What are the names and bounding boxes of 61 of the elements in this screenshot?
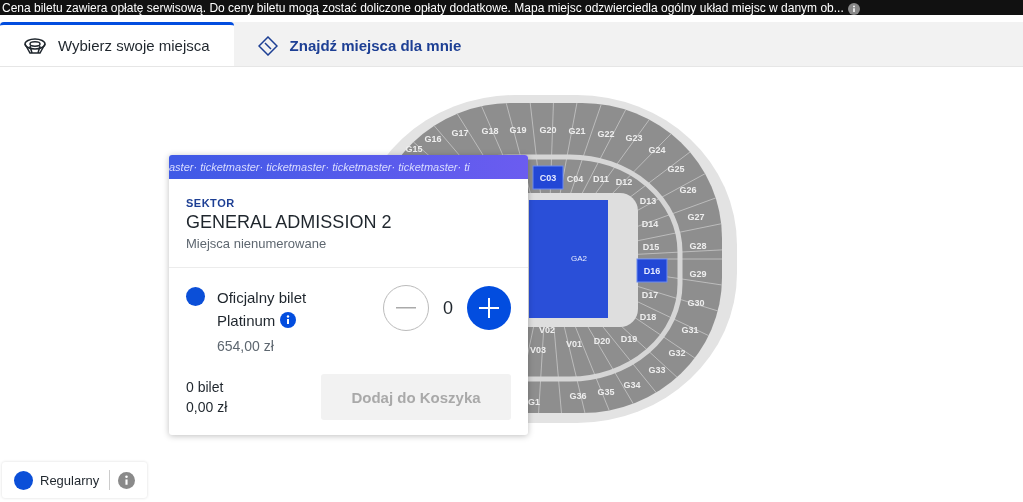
- section-label: G22: [597, 129, 615, 139]
- plus-icon: [479, 298, 499, 318]
- ticket-count: 0 bilet: [186, 379, 225, 395]
- section-label: G24: [648, 145, 666, 155]
- section-label: V01: [566, 339, 582, 349]
- section-label: G31: [681, 325, 699, 335]
- info-icon[interactable]: [279, 312, 296, 328]
- section-label: C04: [566, 174, 584, 184]
- quantity-value: 0: [442, 297, 454, 319]
- legend-label: Regularny: [40, 472, 100, 488]
- brand-band: aster· ticketmaster· ticketmaster· ticketmaster· ticketmaster· ti: [169, 155, 528, 179]
- stadium-icon: [24, 36, 46, 55]
- section-label: G26: [679, 185, 697, 195]
- info-icon[interactable]: [847, 3, 860, 15]
- section-label: G25: [667, 164, 685, 174]
- ticket-price: 654,00 zł: [217, 338, 275, 354]
- section-label: G32: [668, 348, 686, 358]
- section-label: G21: [568, 126, 586, 136]
- section-label: D12: [615, 177, 633, 187]
- section-label: D13: [639, 196, 657, 206]
- section-label: D16: [643, 266, 661, 276]
- section-eyebrow: SEKTOR: [186, 197, 236, 209]
- section-label: G18: [481, 126, 499, 136]
- section-label: G36: [569, 391, 587, 401]
- section-label: D19: [620, 334, 638, 344]
- section-label: D17: [641, 290, 659, 300]
- section-label: G20: [539, 125, 557, 135]
- section-label: C03: [539, 173, 557, 183]
- section-label: D14: [641, 219, 659, 229]
- selected-section[interactable]: [532, 165, 564, 190]
- section-label: D11: [593, 174, 609, 184]
- section-label: V03: [530, 345, 546, 355]
- section-label: G15: [405, 144, 423, 154]
- section-label: D15: [642, 242, 660, 252]
- ticket-icon: [257, 35, 278, 56]
- total-price: 0,00 zł: [186, 399, 228, 415]
- section-label: G19: [509, 125, 527, 135]
- section-label: G28: [689, 241, 707, 251]
- section-label: G29: [689, 269, 707, 279]
- section-label: G17: [451, 128, 469, 138]
- increase-button[interactable]: [467, 286, 511, 330]
- notice-text: Cena biletu zawiera opłatę serwisową. Do ceny biletu mogą zostać doliczone opłaty dodatkowe. Mapa miejsc odzwierciedla ogólny układ miejsc w danym ob...: [2, 2, 844, 14]
- field-label: GA2: [571, 254, 587, 263]
- section-label: G30: [687, 298, 705, 308]
- tab[interactable]: Znajdź miejsca dla mnie: [233, 22, 486, 66]
- section-label: G35: [597, 387, 615, 397]
- section-label: V02: [539, 325, 555, 335]
- section-label: G33: [648, 365, 666, 375]
- selected-section[interactable]: [636, 258, 668, 283]
- section-label: G34: [623, 380, 641, 390]
- ticket-name: Oficjalny bilet Platinum: [217, 288, 308, 331]
- section-label: D20: [593, 336, 611, 346]
- minus-icon: [396, 307, 416, 309]
- section-title: GENERAL ADMISSION 2: [186, 212, 393, 233]
- section-label: G27: [687, 212, 705, 222]
- section-label: G23: [625, 133, 643, 143]
- section-label: D18: [639, 312, 657, 322]
- tab[interactable]: Wybierz swoje miejsca: [0, 22, 234, 66]
- section-label: G16: [424, 134, 442, 144]
- section-subtitle: Miejsca nienumerowane: [186, 236, 328, 251]
- section-label: G1: [528, 397, 540, 407]
